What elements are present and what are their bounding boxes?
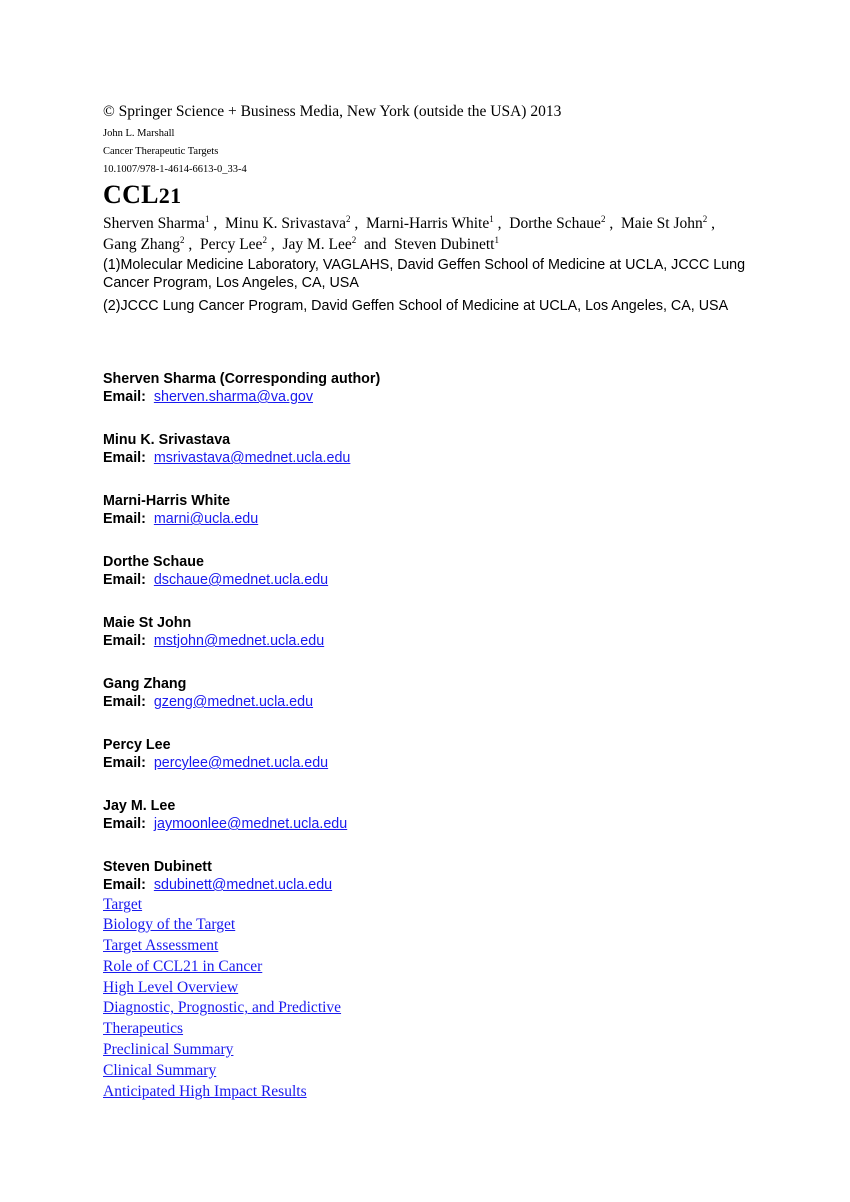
author: Steven Dubinett1	[394, 235, 499, 254]
email-link[interactable]: dschaue@mednet.ucla.edu	[154, 572, 328, 588]
contact-name: Percy Lee	[103, 736, 171, 753]
email-label: Email:	[103, 389, 146, 405]
toc-link-high-level-overview[interactable]: High Level Overview	[103, 979, 238, 996]
author: Marni-Harris White1	[366, 214, 494, 233]
email-link[interactable]: jaymoonlee@mednet.ucla.edu	[154, 816, 347, 832]
author: Maie St John2	[620, 214, 708, 233]
contact-entry: Maie St John Email: mstjohn@mednet.ucla.…	[103, 614, 783, 651]
contact-entry: Steven Dubinett Email: sdubinett@mednet.…	[103, 858, 783, 895]
email-label: Email:	[103, 877, 146, 893]
toc-link-therapeutics[interactable]: Therapeutics	[103, 1020, 183, 1037]
doi: 10.1007/978-1-4614-6613-0_33-4	[103, 164, 247, 175]
contact-name: Jay M. Lee	[103, 797, 176, 814]
contact-entry: Minu K. Srivastava Email: msrivastava@me…	[103, 431, 783, 468]
authors-conjunction: and	[364, 236, 387, 253]
affiliation-2: (2)JCCC Lung Cancer Program, David Geffe…	[103, 298, 729, 314]
email-link[interactable]: percylee@mednet.ucla.edu	[154, 755, 328, 771]
author: Percy Lee2	[200, 235, 267, 254]
email-label: Email:	[103, 633, 146, 649]
email-label: Email:	[103, 511, 146, 527]
table-of-contents: Target Biology of the Target Target Asse…	[103, 895, 783, 1103]
toc-link-target[interactable]: Target	[103, 896, 142, 913]
contact-name: Steven Dubinett	[103, 858, 212, 875]
contact-name: Marni-Harris White	[103, 492, 231, 509]
document-page: © Springer Science + Business Media, New…	[103, 102, 783, 1102]
title-number: 21	[158, 183, 182, 208]
contact-entry: Percy Lee Email: percylee@mednet.ucla.ed…	[103, 736, 783, 773]
contact-entry: Dorthe Schaue Email: dschaue@mednet.ucla…	[103, 553, 783, 590]
contact-entry: Gang Zhang Email: gzeng@mednet.ucla.edu	[103, 675, 783, 712]
contact-name: Sherven Sharma (Corresponding author)	[103, 370, 381, 387]
contact-name: Maie St John	[103, 614, 192, 631]
contact-entry: Marni-Harris White Email: marni@ucla.edu	[103, 492, 783, 529]
contact-name: Gang Zhang	[103, 675, 187, 692]
title-letters: CCL	[103, 180, 159, 209]
author: Sherven Sharma1	[103, 214, 210, 233]
chapter-title: CCL21	[103, 180, 783, 211]
toc-link-biology-of-the-target[interactable]: Biology of the Target	[103, 916, 235, 933]
toc-link-clinical-summary[interactable]: Clinical Summary	[103, 1062, 216, 1079]
author: Gang Zhang2	[103, 235, 185, 254]
email-link[interactable]: sherven.sharma@va.gov	[154, 389, 313, 405]
toc-link-preclinical-summary[interactable]: Preclinical Summary	[103, 1041, 233, 1058]
book-title: Cancer Therapeutic Targets	[103, 146, 219, 157]
author: Minu K. Srivastava2	[225, 214, 351, 233]
author-list: Sherven Sharma1 , Minu K. Srivastava2 , …	[103, 214, 715, 254]
author: Jay M. Lee2	[282, 235, 357, 254]
contact-entry: Sherven Sharma (Corresponding author) Em…	[103, 370, 783, 407]
email-label: Email:	[103, 755, 146, 771]
email-label: Email:	[103, 694, 146, 710]
email-link[interactable]: mstjohn@mednet.ucla.edu	[154, 633, 324, 649]
email-link[interactable]: msrivastava@mednet.ucla.edu	[154, 450, 351, 466]
email-label: Email:	[103, 816, 146, 832]
email-link[interactable]: gzeng@mednet.ucla.edu	[154, 694, 313, 710]
contact-name: Minu K. Srivastava	[103, 431, 231, 448]
email-label: Email:	[103, 572, 146, 588]
toc-link-diagnostic-prognostic-predictive[interactable]: Diagnostic, Prognostic, and Predictive	[103, 999, 341, 1016]
contact-list: Sherven Sharma (Corresponding author) Em…	[103, 370, 783, 895]
contact-entry: Jay M. Lee Email: jaymoonlee@mednet.ucla…	[103, 797, 783, 834]
toc-link-role-in-cancer[interactable]: Role of CCL21 in Cancer	[103, 958, 262, 975]
toc-link-anticipated-results[interactable]: Anticipated High Impact Results	[103, 1083, 307, 1100]
email-label: Email:	[103, 450, 146, 466]
contact-name: Dorthe Schaue	[103, 553, 204, 570]
email-link[interactable]: marni@ucla.edu	[154, 511, 258, 527]
copyright-line: © Springer Science + Business Media, New…	[103, 103, 562, 120]
affiliation-1: (1)Molecular Medicine Laboratory, VAGLAH…	[103, 257, 746, 291]
author: Dorthe Schaue2	[509, 214, 606, 233]
email-link[interactable]: sdubinett@mednet.ucla.edu	[154, 877, 332, 893]
toc-link-target-assessment[interactable]: Target Assessment	[103, 937, 218, 954]
editor-name: John L. Marshall	[103, 128, 175, 139]
